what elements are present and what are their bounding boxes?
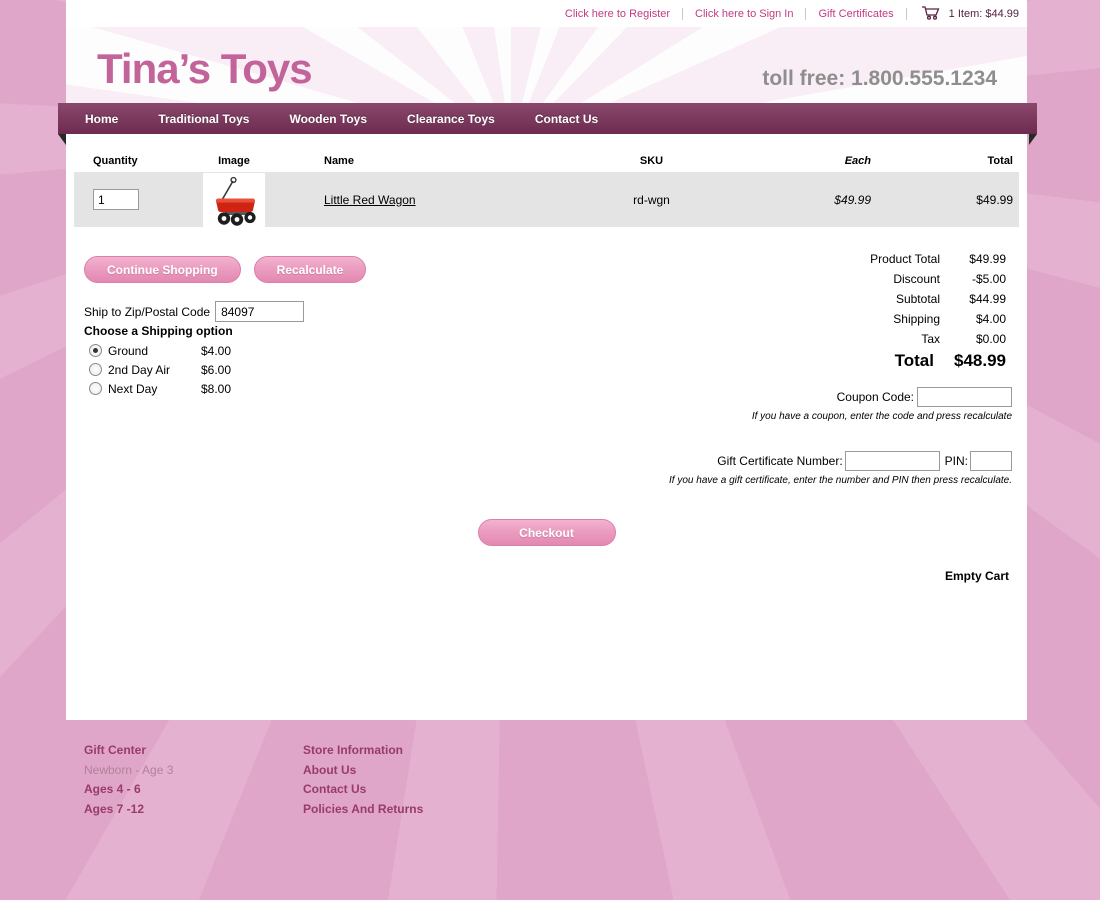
totals-value: $0.00 (940, 329, 1006, 349)
footer-link-newborn-age-3[interactable]: Newborn - Age 3 (84, 764, 303, 778)
totals-row-grand-total: Total $48.99 (870, 349, 1006, 373)
nav-traditional-toys[interactable]: Traditional Toys (158, 112, 249, 126)
footer-gift-center-column: Gift Center Newborn - Age 3 Ages 4 - 6 A… (84, 744, 303, 816)
coupon-note: If you have a coupon, enter the code and… (752, 411, 1012, 422)
gift-certificates-link[interactable]: Gift Certificates (806, 8, 905, 20)
totals-label: Discount (893, 269, 940, 289)
shipping-option-next-day: Next Day $8.00 (89, 379, 241, 398)
coupon-label: Coupon Code: (837, 390, 914, 404)
footer-heading-gift-center: Gift Center (84, 744, 303, 758)
utility-bar: Click here to Register Click here to Sig… (66, 0, 1027, 27)
register-link[interactable]: Click here to Register (553, 8, 682, 20)
nav-wooden-toys[interactable]: Wooden Toys (289, 112, 367, 126)
ribbon-fold-left (58, 134, 66, 145)
header-sku: SKU (539, 155, 764, 167)
totals-label: Subtotal (896, 289, 940, 309)
zip-input[interactable] (215, 301, 304, 322)
totals-label: Shipping (893, 309, 940, 329)
gift-certificate-note: If you have a gift certificate, enter th… (669, 475, 1012, 486)
product-sku: rd-wgn (539, 193, 764, 207)
totals-row-shipping: Shipping $4.00 (870, 309, 1006, 329)
product-total-price: $49.99 (899, 193, 1019, 207)
nav-contact-us[interactable]: Contact Us (535, 112, 598, 126)
gift-certificate-label: Gift Certificate Number: (717, 454, 842, 468)
footer-link-ages-4-6[interactable]: Ages 4 - 6 (84, 783, 303, 797)
footer-link-policies-and-returns[interactable]: Policies And Returns (303, 803, 423, 817)
pin-label: PIN: (945, 454, 968, 468)
totals-row-product-total: Product Total $49.99 (870, 249, 1006, 269)
cart-actions: Continue Shopping Recalculate (84, 256, 366, 283)
shipping-options: Ground $4.00 2nd Day Air $6.00 Next Day … (89, 341, 241, 398)
header-each: Each (764, 155, 899, 167)
main-navigation: Home Traditional Toys Wooden Toys Cleara… (58, 103, 1037, 134)
footer-heading-store-information: Store Information (303, 744, 423, 758)
radio-ground[interactable] (89, 344, 102, 357)
cart-table-header: Quantity Image Name SKU Each Total (74, 150, 1019, 172)
checkout-button[interactable]: Checkout (478, 519, 616, 546)
cart-summary[interactable]: 1 Item: $44.99 (907, 5, 1019, 23)
recalculate-button[interactable]: Recalculate (254, 256, 367, 283)
page-footer: Gift Center Newborn - Age 3 Ages 4 - 6 A… (84, 744, 423, 816)
grand-total-value: $48.99 (934, 349, 1006, 373)
cart-icon (921, 5, 942, 23)
totals-label: Product Total (870, 249, 940, 269)
pin-input[interactable] (970, 451, 1012, 471)
masthead: Tina’s Toys toll free: 1.800.555.1234 (66, 27, 1027, 103)
shipping-option-ground: Ground $4.00 (89, 341, 241, 360)
product-each-price: $49.99 (764, 193, 899, 207)
header-image: Image (174, 155, 294, 167)
order-totals: Product Total $49.99 Discount -$5.00 Sub… (870, 249, 1006, 373)
shipping-option-label: Next Day (102, 382, 201, 396)
shipping-option-heading: Choose a Shipping option (84, 324, 233, 338)
footer-link-about-us[interactable]: About Us (303, 764, 423, 778)
shipping-option-2nd-day-air: 2nd Day Air $6.00 (89, 360, 241, 379)
footer-store-information-column: Store Information About Us Contact Us Po… (303, 744, 423, 816)
coupon-row: Coupon Code: (837, 387, 1012, 407)
header-quantity: Quantity (74, 155, 174, 167)
footer-link-ages-7-12[interactable]: Ages 7 -12 (84, 803, 303, 817)
cart-main-area: Continue Shopping Recalculate Ship to Zi… (66, 227, 1027, 720)
totals-row-discount: Discount -$5.00 (870, 269, 1006, 289)
product-name-link[interactable]: Little Red Wagon (324, 193, 416, 207)
totals-row-subtotal: Subtotal $44.99 (870, 289, 1006, 309)
header-total: Total (899, 155, 1019, 167)
toll-free-number: toll free: 1.800.555.1234 (762, 67, 997, 91)
radio-2nd-day-air[interactable] (89, 363, 102, 376)
totals-value: -$5.00 (940, 269, 1006, 289)
shipping-option-label: 2nd Day Air (102, 363, 201, 377)
sign-in-link[interactable]: Click here to Sign In (683, 8, 805, 20)
empty-cart-link[interactable]: Empty Cart (945, 569, 1009, 583)
nav-home[interactable]: Home (85, 112, 118, 126)
continue-shopping-button[interactable]: Continue Shopping (84, 256, 241, 283)
totals-label: Tax (921, 329, 940, 349)
page-background: Click here to Register Click here to Sig… (0, 0, 1100, 900)
totals-value: $4.00 (940, 309, 1006, 329)
nav-clearance-toys[interactable]: Clearance Toys (407, 112, 495, 126)
grand-total-label: Total (895, 349, 934, 373)
totals-row-tax: Tax $0.00 (870, 329, 1006, 349)
gift-certificate-row: Gift Certificate Number: PIN: (717, 451, 1012, 471)
ribbon-fold-right (1029, 134, 1037, 145)
product-thumbnail-red-wagon[interactable] (203, 173, 265, 227)
radio-next-day[interactable] (89, 382, 102, 395)
shipping-option-price: $4.00 (201, 344, 241, 358)
shipping-option-price: $6.00 (201, 363, 241, 377)
footer-link-contact-us[interactable]: Contact Us (303, 783, 423, 797)
zip-label: Ship to Zip/Postal Code (84, 305, 210, 319)
cart-item-row: Little Red Wagon rd-wgn $49.99 $49.99 (74, 172, 1019, 227)
ship-to-zip-row: Ship to Zip/Postal Code (84, 301, 304, 322)
cart-table: Quantity Image Name SKU Each Total (74, 150, 1019, 227)
coupon-input[interactable] (917, 387, 1012, 407)
totals-value: $44.99 (940, 289, 1006, 309)
header-name: Name (294, 155, 539, 167)
totals-value: $49.99 (940, 249, 1006, 269)
quantity-input[interactable] (93, 189, 139, 210)
cart-total-text: 1 Item: $44.99 (942, 8, 1019, 20)
gift-certificate-number-input[interactable] (845, 451, 940, 471)
shipping-option-label: Ground (102, 344, 201, 358)
shipping-option-price: $8.00 (201, 382, 241, 396)
store-logo[interactable]: Tina’s Toys (97, 45, 312, 93)
